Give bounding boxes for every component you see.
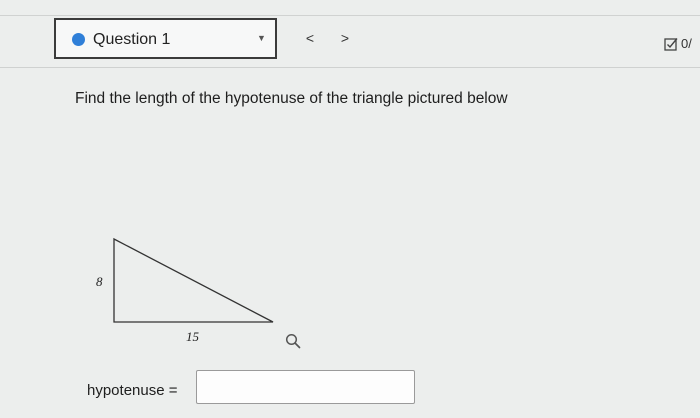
- question-selector[interactable]: Question 1 ▼: [54, 18, 277, 59]
- answer-label: hypotenuse =: [87, 382, 178, 399]
- top-divider: [0, 15, 700, 16]
- chevron-down-icon: ▼: [257, 33, 266, 43]
- score-text: 0/: [681, 36, 692, 51]
- magnifier-icon[interactable]: [285, 333, 301, 349]
- checkbox-icon: [664, 38, 678, 51]
- vertical-leg-label: 8: [96, 274, 103, 289]
- status-dot-icon: [72, 33, 85, 46]
- previous-question-button[interactable]: <: [303, 30, 317, 46]
- triangle-shape: [113, 237, 274, 323]
- question-prompt: Find the length of the hypotenuse of the…: [75, 90, 508, 107]
- horizontal-leg-label: 15: [186, 329, 199, 344]
- header-divider: [0, 67, 700, 68]
- next-question-button[interactable]: >: [338, 30, 352, 46]
- question-label: Question 1: [93, 31, 171, 48]
- hypotenuse-input[interactable]: [196, 370, 415, 404]
